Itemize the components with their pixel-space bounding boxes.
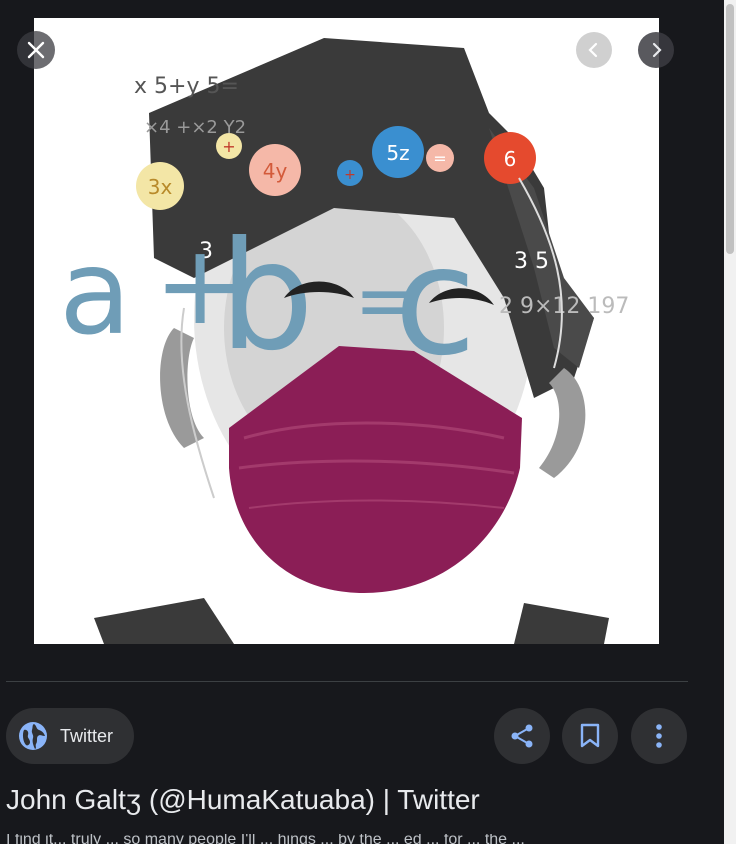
close-button[interactable] — [17, 31, 55, 69]
bubble-plus-2: + — [344, 167, 356, 183]
formula-b: b — [219, 210, 314, 384]
globe-icon — [19, 722, 47, 750]
right-numbers: 2 9×12 197 — [499, 294, 629, 319]
bubble-equals: = — [433, 149, 446, 168]
more-options-button[interactable] — [631, 708, 687, 764]
source-chip[interactable]: Twitter — [6, 708, 134, 764]
more-vert-icon — [656, 724, 662, 748]
source-name: Twitter — [60, 725, 114, 746]
result-snippet: I find it... truly ... so many people I'… — [6, 834, 706, 844]
snippet-text: I find it... truly ... so many people I'… — [6, 834, 525, 844]
result-title[interactable]: John Galtʒ (@HumaKatuaba) | Twitter — [6, 784, 480, 816]
preview-image[interactable]: x 5+y 5= ×4 +×2 Y2 3x + 4y + 5z = 6 3 3 … — [34, 18, 659, 644]
close-icon — [27, 41, 45, 59]
image-viewer-panel: x 5+y 5= ×4 +×2 Y2 3x + 4y + 5z = 6 3 3 … — [0, 0, 724, 844]
formula-a: a — [59, 223, 131, 361]
previous-image-button[interactable] — [576, 32, 612, 68]
formula-top: x 5+y 5= — [134, 74, 239, 99]
bubble-6: 6 — [504, 147, 517, 171]
chevron-right-icon — [652, 42, 662, 58]
bookmark-icon — [580, 723, 600, 748]
share-button[interactable] — [494, 708, 550, 764]
scrollbar-thumb[interactable] — [726, 4, 734, 254]
save-button[interactable] — [562, 708, 618, 764]
bubble-plus: + — [222, 137, 235, 156]
chevron-left-icon — [588, 42, 598, 58]
bubble-4y: 4y — [263, 159, 288, 183]
right-text: 3 5 — [514, 249, 549, 274]
divider — [6, 681, 688, 682]
next-image-button[interactable] — [638, 32, 674, 68]
bubble-5z: 5z — [386, 141, 409, 165]
share-icon — [511, 724, 533, 748]
bubble-3x: 3x — [148, 175, 173, 199]
mask-illustration: x 5+y 5= ×4 +×2 Y2 3x + 4y + 5z = 6 3 3 … — [34, 18, 659, 644]
